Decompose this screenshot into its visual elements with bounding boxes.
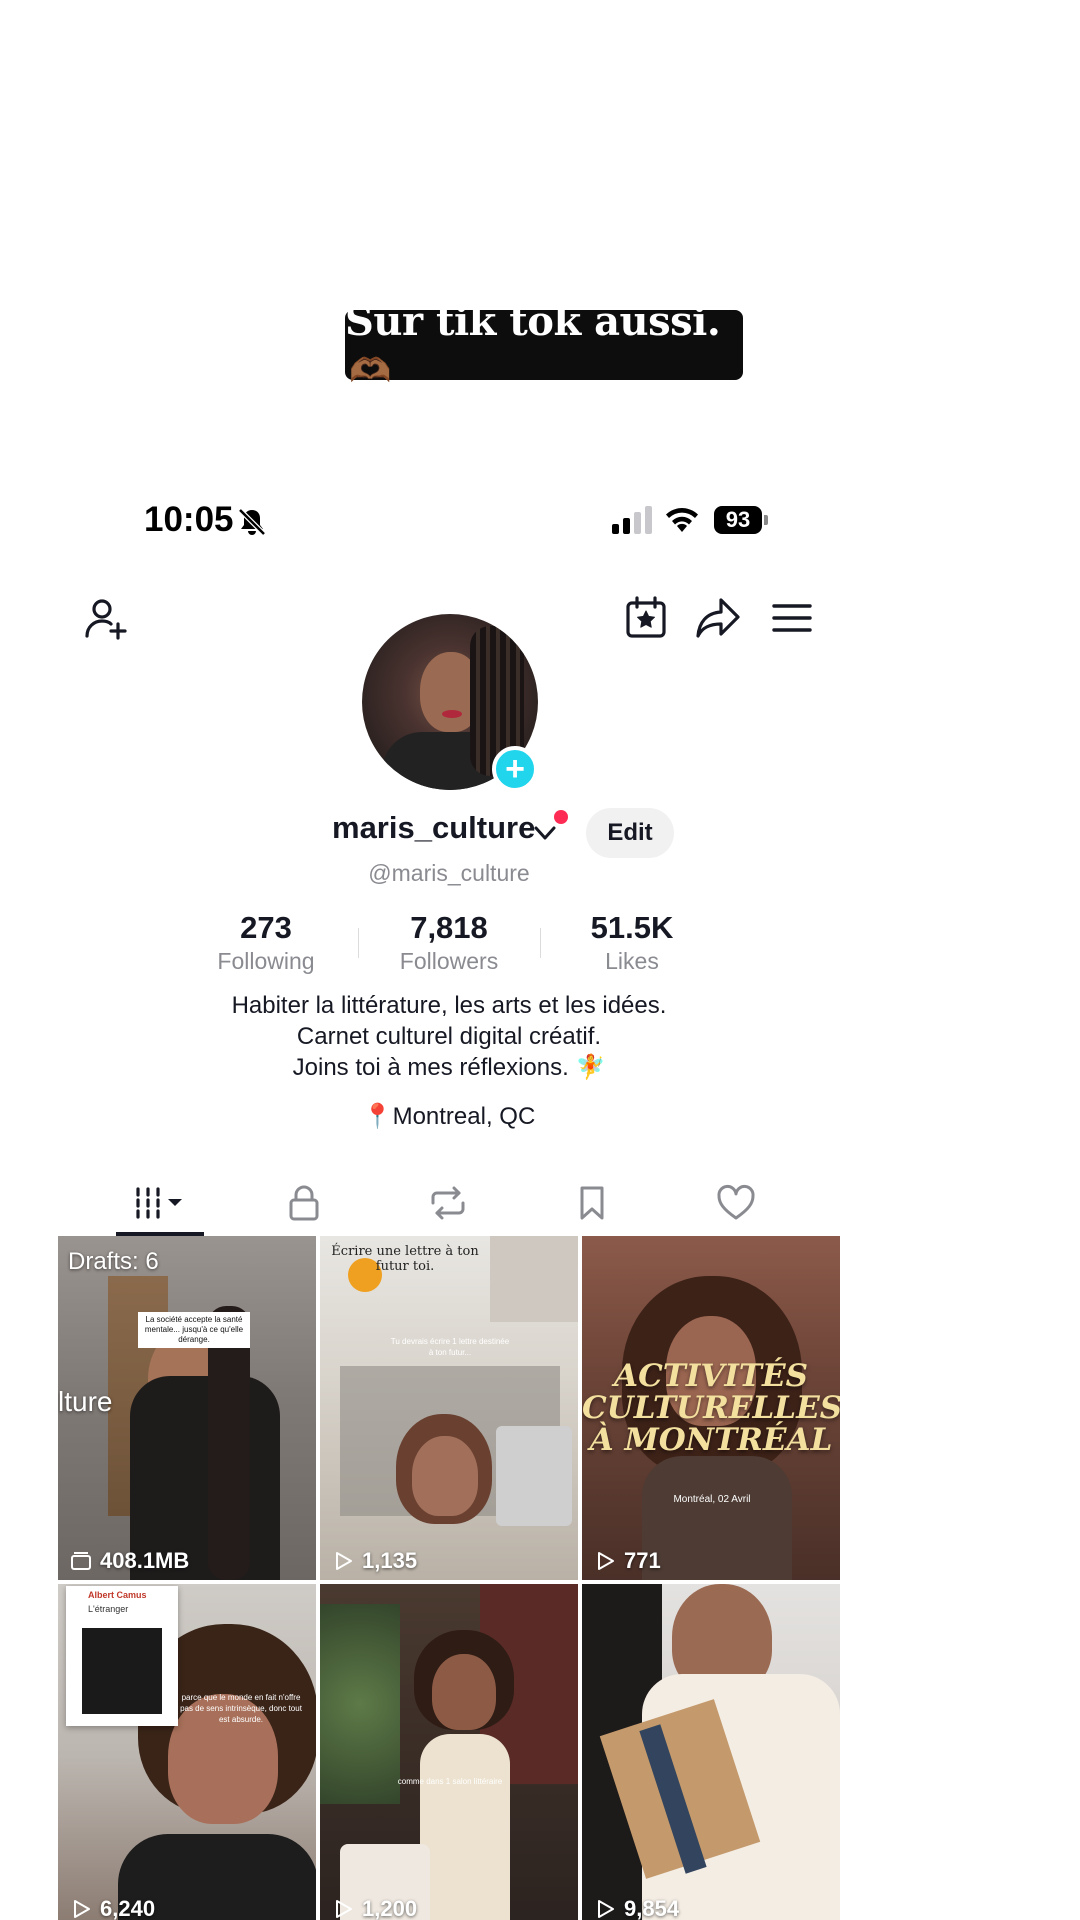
bio-line: Joins toi à mes réflexions. 🧚 <box>292 1054 606 1081</box>
calendar-star-icon[interactable] <box>622 594 670 642</box>
book-author: Albert Camus <box>88 1590 147 1600</box>
book-title: L'étranger <box>88 1604 129 1614</box>
video-subtitle-text: Montréal, 02 Avril <box>673 1494 751 1505</box>
status-time: 10:05 <box>144 500 234 539</box>
chevron-down-icon[interactable] <box>532 822 558 844</box>
view-count: 6,240 <box>70 1896 155 1920</box>
following-count: 273 <box>240 910 292 945</box>
caption-text: Sur tik tok aussi.🫶🏾 <box>345 298 721 391</box>
view-count: 771 <box>594 1548 661 1574</box>
likes-count: 51.5K <box>590 910 674 945</box>
likes-stat[interactable]: 51.5K Likes <box>542 910 722 975</box>
video-tile[interactable]: comme dans 1 salon littéraire 1,200 <box>320 1584 578 1920</box>
followers-label: Followers <box>399 948 499 974</box>
stat-divider <box>540 928 541 958</box>
video-side-text: lture <box>58 1386 113 1417</box>
likes-label: Likes <box>605 948 659 974</box>
draft-size: 408.1MB <box>70 1548 189 1574</box>
bio-line: Carnet culturel digital créatif. <box>296 1023 602 1050</box>
video-header-text: Écrire une lettre à ton futur toi. <box>331 1244 479 1274</box>
heart-icon <box>717 1185 755 1220</box>
notification-dot <box>554 810 568 824</box>
profile-stats: 273 Following 7,818 Followers 51.5K Like… <box>58 910 840 980</box>
video-tile[interactable]: 9,854 <box>582 1584 840 1920</box>
video-caption-note: Tu devrais écrire 1 lettre destinée à to… <box>390 1337 510 1357</box>
play-icon <box>74 1900 90 1918</box>
profile-location: 📍Montreal, QC <box>362 1103 536 1130</box>
videos-grid-icon <box>136 1187 182 1219</box>
bell-off-icon <box>238 508 266 536</box>
followers-count: 7,818 <box>410 910 488 945</box>
pin-icon: 📍 <box>362 1103 393 1130</box>
tab-reposts[interactable] <box>404 1170 492 1236</box>
wifi-icon <box>666 508 698 532</box>
repost-icon <box>431 1186 465 1220</box>
following-label: Following <box>217 948 315 974</box>
tab-private[interactable] <box>260 1170 348 1236</box>
video-caption-note: La société accepte la santé mentale... j… <box>138 1312 250 1348</box>
bookmark-icon <box>580 1186 604 1220</box>
fairy-emoji: 🧚 <box>575 1054 606 1081</box>
drafts-folder-icon <box>71 1552 91 1570</box>
tiktok-profile-screen: 10:05 93 + maris_culture Edit @maris_cul… <box>58 470 840 1920</box>
tab-favorites[interactable] <box>548 1170 636 1236</box>
view-count: 1,135 <box>332 1548 417 1574</box>
play-icon <box>336 1552 352 1570</box>
add-story-plus-button[interactable]: + <box>492 746 538 792</box>
battery-indicator: 93 <box>714 506 762 534</box>
heart-hands-emoji: 🫶🏾 <box>349 351 391 391</box>
lock-icon <box>289 1185 319 1221</box>
stat-divider <box>358 928 359 958</box>
share-icon[interactable] <box>694 594 742 642</box>
video-caption-note: parce que le monde en fait n'offre pas d… <box>180 1693 302 1724</box>
profile-bio: Habiter la littérature, les arts et les … <box>58 990 840 1083</box>
play-icon <box>598 1552 614 1570</box>
tab-liked[interactable] <box>692 1170 780 1236</box>
following-stat[interactable]: 273 Following <box>176 910 356 975</box>
video-tile[interactable]: Écrire une lettre à ton futur toi. Tu de… <box>320 1236 578 1580</box>
bio-line: Habiter la littérature, les arts et les … <box>231 992 667 1019</box>
drafts-tile[interactable]: La société accepte la santé mentale... j… <box>58 1236 316 1580</box>
view-count: 9,854 <box>594 1896 679 1920</box>
edit-profile-button[interactable]: Edit <box>586 808 674 858</box>
video-tile[interactable]: ACTIVITÉS CULTURELLES À MONTRÉAL Montréa… <box>582 1236 840 1580</box>
profile-handle: @maris_culture <box>368 860 530 886</box>
hamburger-menu-icon[interactable] <box>768 594 816 642</box>
play-icon <box>336 1900 352 1918</box>
followers-stat[interactable]: 7,818 Followers <box>359 910 539 975</box>
tab-videos[interactable] <box>116 1170 204 1236</box>
view-count: 1,200 <box>332 1896 417 1920</box>
video-tile[interactable]: Albert Camus L'étranger parce que le mon… <box>58 1584 316 1920</box>
username[interactable]: maris_culture <box>332 810 535 846</box>
play-icon <box>598 1900 614 1918</box>
video-title-text: ACTIVITÉS CULTURELLES À MONTRÉAL <box>582 1358 840 1458</box>
add-friend-icon[interactable] <box>82 594 130 642</box>
drafts-label: Drafts: 6 <box>68 1248 159 1275</box>
battery-tip <box>764 515 768 525</box>
cellular-signal-icon <box>612 506 652 534</box>
profile-tabs <box>58 1170 840 1236</box>
video-caption-note: comme dans 1 salon littéraire <box>397 1777 503 1786</box>
caption-banner: Sur tik tok aussi.🫶🏾 <box>345 298 743 391</box>
